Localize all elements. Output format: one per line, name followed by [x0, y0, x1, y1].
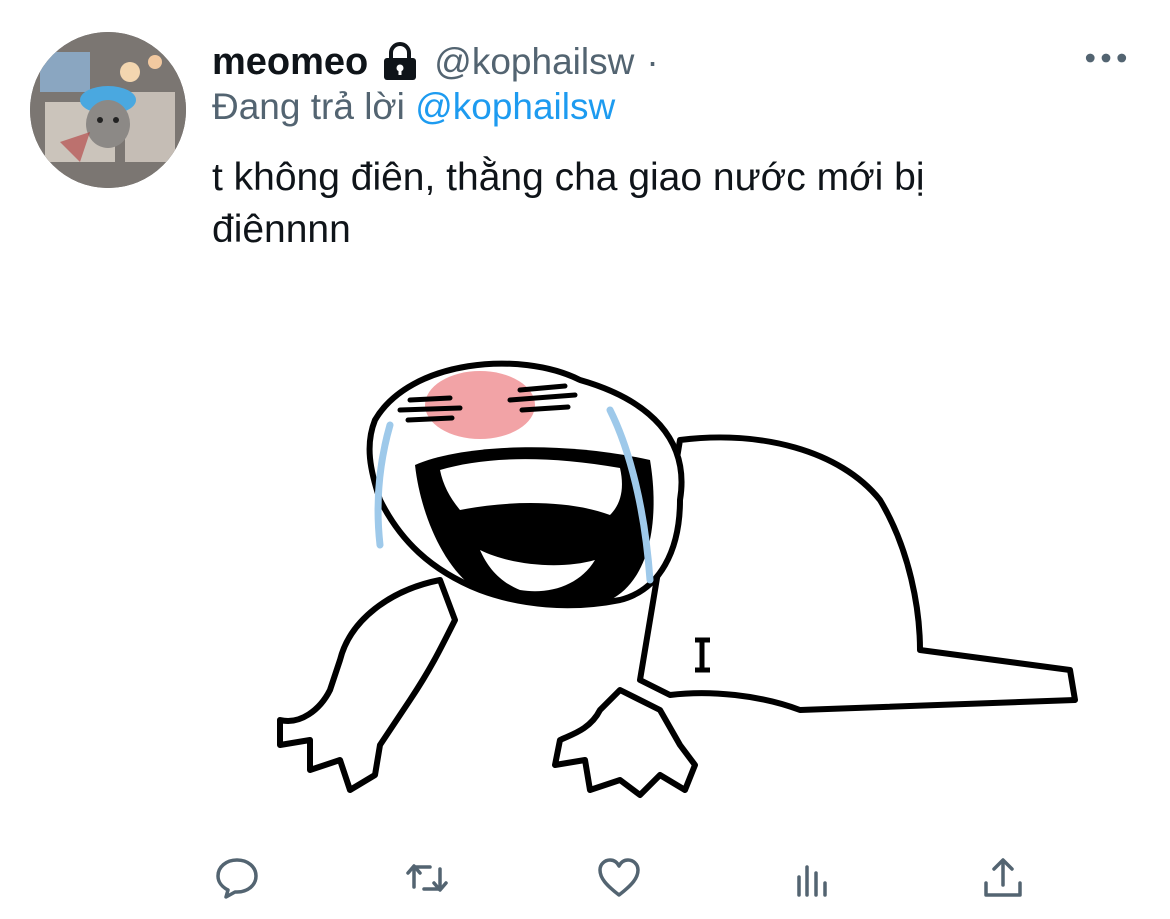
lock-icon	[380, 42, 420, 82]
avatar[interactable]	[30, 32, 186, 188]
tweet-header: meomeo @kophailsw ·	[212, 38, 659, 86]
reply-prefix: Đang trả lời	[212, 86, 405, 127]
crying-meme-image[interactable]	[240, 350, 1100, 810]
more-icon[interactable]	[1082, 40, 1130, 76]
retweet-icon	[404, 855, 450, 906]
tweet-actions	[0, 850, 1170, 910]
heart-icon	[596, 855, 642, 906]
analytics-button[interactable]	[782, 850, 842, 910]
comment-icon	[214, 855, 260, 906]
handle[interactable]: @kophailsw	[434, 41, 634, 83]
share-button[interactable]	[973, 850, 1033, 910]
reply-button[interactable]	[207, 850, 267, 910]
tweet-text-line-2: điênnnn	[212, 208, 351, 251]
display-name[interactable]: meomeo	[212, 41, 368, 84]
share-icon	[980, 855, 1026, 906]
analytics-icon	[789, 855, 835, 906]
reply-context: Đang trả lời @kophailsw	[212, 86, 615, 128]
retweet-button[interactable]	[397, 850, 457, 910]
like-button[interactable]	[589, 850, 649, 910]
tweet-text-line-1: t không điên, thằng cha giao nước mới bị	[212, 156, 925, 199]
separator-dot: ·	[646, 41, 659, 82]
reply-to-link[interactable]: @kophailsw	[415, 86, 615, 127]
tweet-text: t không điên, thằng cha giao nước mới bị…	[212, 152, 1092, 256]
